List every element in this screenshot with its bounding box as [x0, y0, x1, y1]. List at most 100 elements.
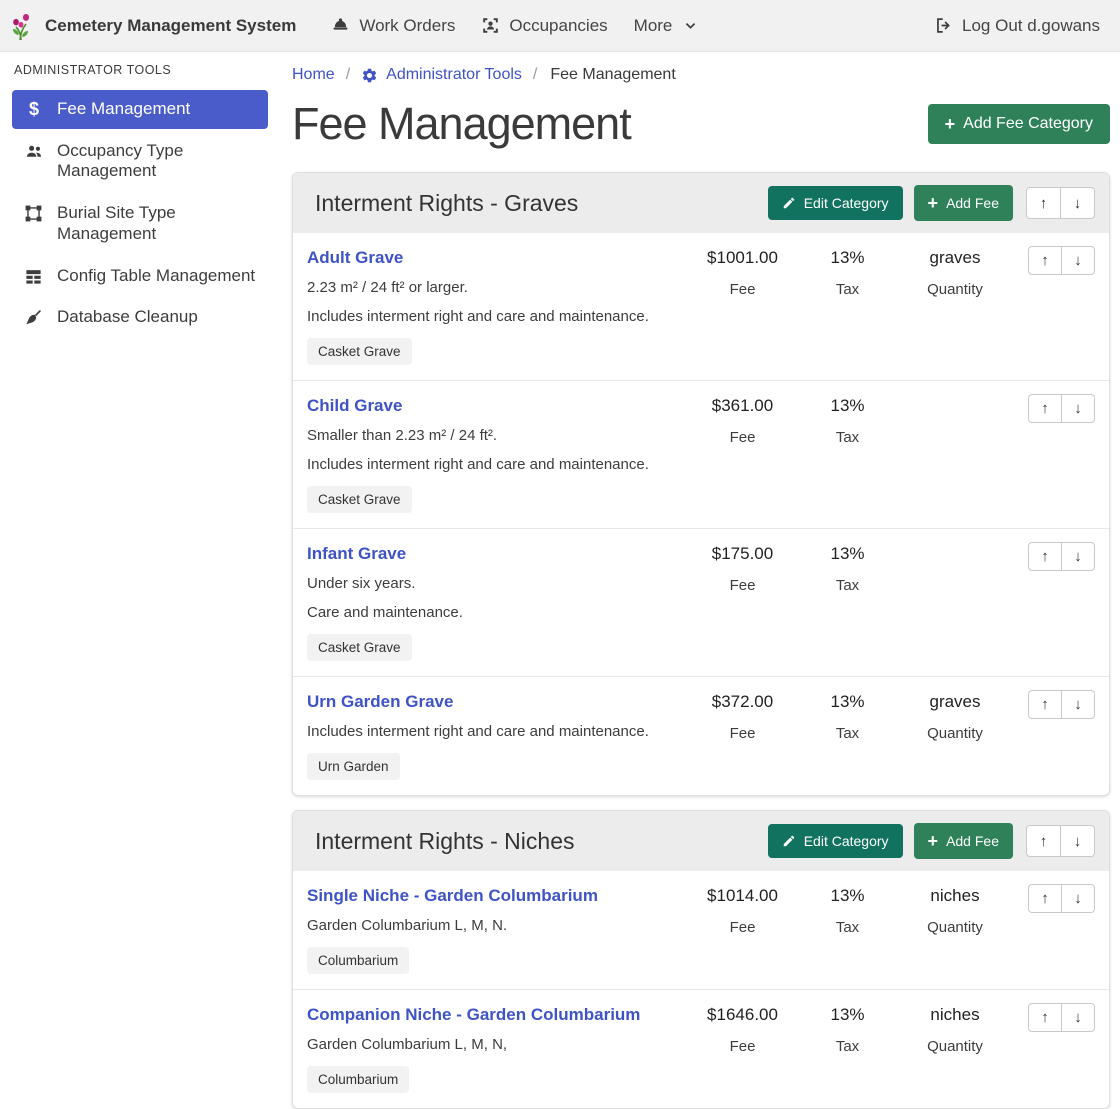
top-navbar: Cemetery Management System Work Orders O…	[0, 0, 1120, 52]
fee-reorder-buttons: ↑ ↓	[1015, 690, 1095, 719]
fee-description: Includes interment right and care and ma…	[307, 456, 685, 473]
fee-name-link[interactable]: Companion Niche - Garden Columbarium	[307, 1005, 640, 1025]
move-fee-down-button[interactable]: ↓	[1061, 246, 1095, 275]
tax-value: 13%	[800, 1005, 895, 1025]
category-header: Interment Rights - Niches Edit Category …	[293, 811, 1109, 871]
edit-category-label: Edit Category	[804, 833, 889, 849]
occupancy-frame-icon	[481, 16, 500, 35]
move-fee-down-button[interactable]: ↓	[1061, 394, 1095, 423]
breadcrumb-home-link[interactable]: Home	[292, 66, 335, 84]
move-fee-up-button[interactable]: ↑	[1028, 884, 1062, 913]
fee-label: Fee	[685, 577, 800, 594]
fee-description: Garden Columbarium L, M, N,	[307, 1036, 685, 1053]
nav-item-work-orders[interactable]: Work Orders	[318, 8, 468, 44]
edit-category-button[interactable]: Edit Category	[768, 824, 903, 858]
sidebar-item-burial-site-type-management[interactable]: Burial Site Type Management	[12, 194, 268, 253]
fee-description: 2.23 m² / 24 ft² or larger.	[307, 279, 685, 296]
app-brand[interactable]: Cemetery Management System	[10, 11, 296, 41]
sidebar-item-label: Fee Management	[57, 99, 190, 120]
fee-description: Smaller than 2.23 m² / 24 ft².	[307, 427, 685, 444]
move-fee-down-button[interactable]: ↓	[1061, 884, 1095, 913]
dollar-icon: $	[24, 100, 44, 118]
breadcrumb-admin-tools-link[interactable]: Administrator Tools	[361, 66, 522, 84]
move-fee-down-button[interactable]: ↓	[1061, 690, 1095, 719]
sidebar-item-label: Occupancy Type Management	[57, 141, 256, 182]
nav-item-more[interactable]: More	[621, 8, 712, 44]
sidebar-heading: ADMINISTRATOR TOOLS	[0, 63, 280, 77]
breadcrumb-admin-tools-label: Administrator Tools	[386, 66, 522, 84]
category-title: Interment Rights - Niches	[315, 828, 768, 855]
plus-icon: +	[928, 194, 939, 212]
add-fee-category-button[interactable]: + Add Fee Category	[928, 104, 1110, 144]
quantity-label: Quantity	[895, 281, 1015, 298]
sidebar-item-occupancy-type-management[interactable]: Occupancy Type Management	[12, 132, 268, 191]
tulip-logo-icon	[10, 11, 36, 41]
fee-reorder-buttons: ↑ ↓	[1015, 246, 1095, 275]
fee-row-adult-grave: Adult Grave 2.23 m² / 24 ft² or larger. …	[293, 233, 1109, 381]
move-fee-up-button[interactable]: ↑	[1028, 1003, 1062, 1032]
fee-details: Urn Garden Grave Includes interment righ…	[307, 690, 685, 780]
category-reorder-buttons: ↑ ↓	[1026, 825, 1095, 857]
fee-name-link[interactable]: Urn Garden Grave	[307, 692, 453, 712]
fee-amount: $1646.00	[685, 1005, 800, 1025]
add-fee-label: Add Fee	[946, 833, 999, 849]
tax-value: 13%	[800, 544, 895, 564]
fee-description: Includes interment right and care and ma…	[307, 308, 685, 325]
move-fee-up-button[interactable]: ↑	[1028, 690, 1062, 719]
page-title: Fee Management	[292, 98, 631, 150]
fee-amount: $175.00	[685, 544, 800, 564]
move-fee-up-button[interactable]: ↑	[1028, 542, 1062, 571]
quantity-label: Quantity	[895, 725, 1015, 742]
fee-name-link[interactable]: Single Niche - Garden Columbarium	[307, 886, 598, 906]
main-content: Home / Administrator Tools / Fee Managem…	[280, 52, 1120, 939]
breadcrumb-separator: /	[346, 66, 350, 84]
logout-icon	[934, 16, 953, 35]
tax-value: 13%	[800, 692, 895, 712]
fee-row-infant-grave: Infant Grave Under six years. Care and m…	[293, 529, 1109, 677]
fee-amount-column: $361.00 Fee	[685, 394, 800, 446]
logout-button[interactable]: Log Out d.gowans	[934, 16, 1100, 36]
sidebar-item-fee-management[interactable]: $ Fee Management	[12, 90, 268, 129]
move-fee-up-button[interactable]: ↑	[1028, 394, 1062, 423]
fee-name-link[interactable]: Infant Grave	[307, 544, 406, 564]
fee-details: Adult Grave 2.23 m² / 24 ft² or larger. …	[307, 246, 685, 365]
move-category-up-button[interactable]: ↑	[1026, 187, 1061, 219]
quantity-label: Quantity	[895, 1038, 1015, 1055]
move-fee-down-button[interactable]: ↓	[1061, 542, 1095, 571]
quantity-label: Quantity	[895, 919, 1015, 936]
move-fee-down-button[interactable]: ↓	[1061, 1003, 1095, 1032]
fee-row-single-niche: Single Niche - Garden Columbarium Garden…	[293, 871, 1109, 990]
fee-amount-column: $175.00 Fee	[685, 542, 800, 594]
breadcrumb: Home / Administrator Tools / Fee Managem…	[292, 66, 1110, 84]
plus-icon: +	[928, 832, 939, 850]
gear-icon	[361, 67, 378, 84]
quantity-value: niches	[895, 1005, 1015, 1025]
move-category-down-button[interactable]: ↓	[1060, 825, 1095, 857]
logout-label: Log Out d.gowans	[962, 16, 1100, 36]
fee-tag: Casket Grave	[307, 486, 412, 513]
tax-label: Tax	[800, 1038, 895, 1055]
sidebar-item-config-table-management[interactable]: Config Table Management	[12, 257, 268, 296]
tax-label: Tax	[800, 725, 895, 742]
edit-category-button[interactable]: Edit Category	[768, 186, 903, 220]
fee-name-link[interactable]: Child Grave	[307, 396, 402, 416]
move-fee-up-button[interactable]: ↑	[1028, 246, 1062, 275]
fee-name-link[interactable]: Adult Grave	[307, 248, 403, 268]
move-category-up-button[interactable]: ↑	[1026, 825, 1061, 857]
tax-label: Tax	[800, 281, 895, 298]
move-category-down-button[interactable]: ↓	[1060, 187, 1095, 219]
fee-description: Under six years.	[307, 575, 685, 592]
breadcrumb-separator: /	[533, 66, 537, 84]
add-fee-label: Add Fee	[946, 195, 999, 211]
sidebar: ADMINISTRATOR TOOLS $ Fee Management Occ…	[0, 52, 280, 939]
tax-column: 13% Tax	[800, 394, 895, 446]
sidebar-item-database-cleanup[interactable]: Database Cleanup	[12, 298, 268, 337]
chevron-down-icon	[683, 18, 698, 33]
add-fee-button[interactable]: + Add Fee	[914, 823, 1013, 859]
tax-label: Tax	[800, 429, 895, 446]
fee-label: Fee	[685, 281, 800, 298]
nav-item-occupancies[interactable]: Occupancies	[468, 8, 620, 44]
fee-tag: Casket Grave	[307, 338, 412, 365]
add-fee-button[interactable]: + Add Fee	[914, 185, 1013, 221]
fee-details: Child Grave Smaller than 2.23 m² / 24 ft…	[307, 394, 685, 513]
